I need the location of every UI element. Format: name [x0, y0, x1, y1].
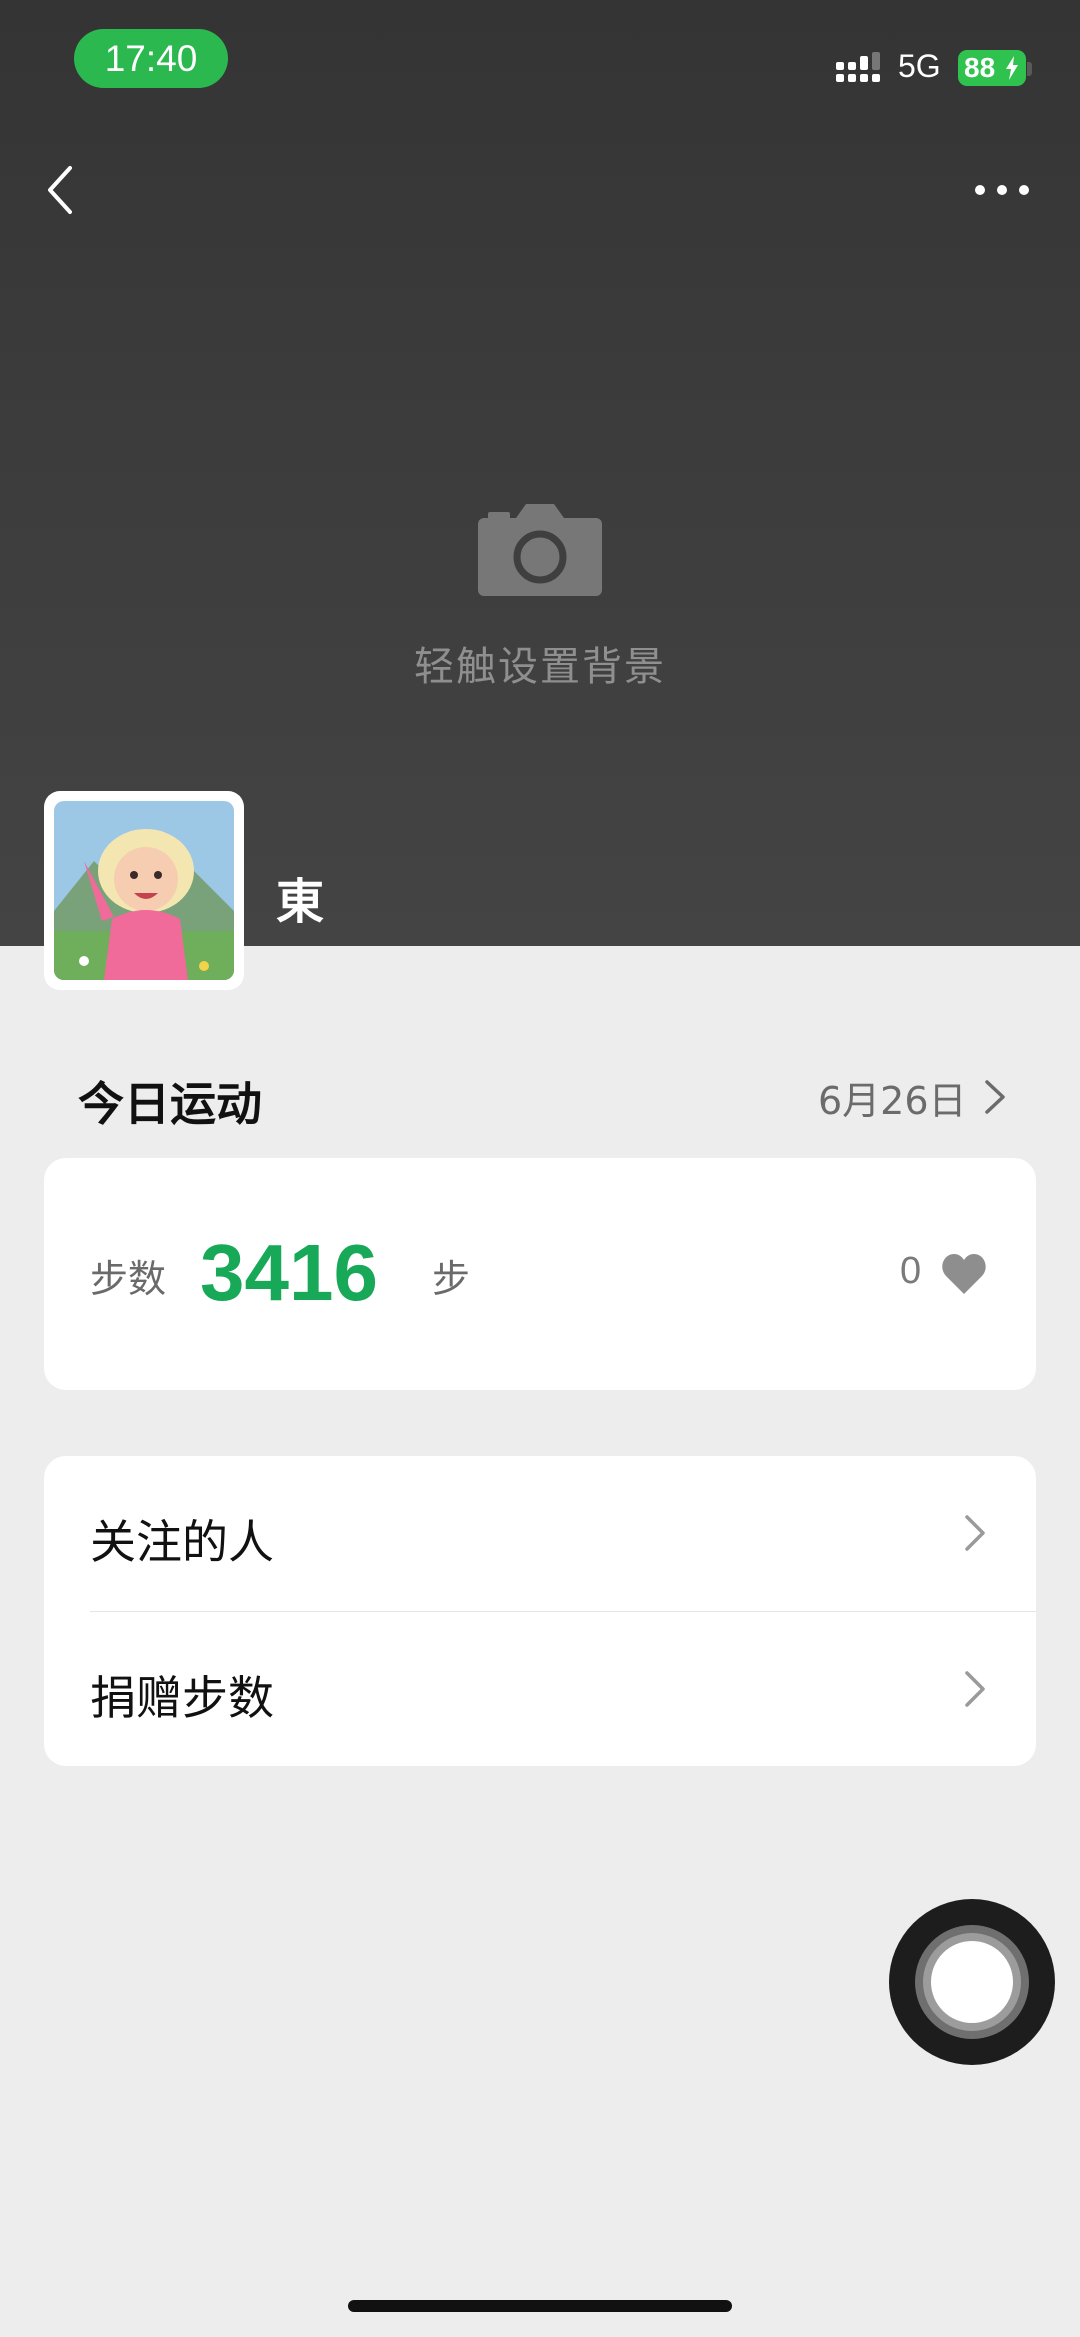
- battery-indicator: 88: [958, 50, 1026, 86]
- chevron-right-icon: [965, 1515, 985, 1551]
- set-background-hint[interactable]: 轻触设置背景: [340, 634, 740, 692]
- list-item-label: 关注的人: [90, 1515, 274, 1569]
- avatar[interactable]: [44, 791, 244, 990]
- list-item-donate-steps[interactable]: 捐赠步数: [44, 1612, 1036, 1766]
- avatar-image: [54, 801, 234, 980]
- steps-unit: 步: [432, 1257, 471, 1301]
- status-time: 17:40: [74, 29, 228, 88]
- network-type: 5G: [898, 48, 941, 84]
- battery-cap: [1027, 62, 1032, 76]
- more-horizontal-icon[interactable]: [972, 172, 1032, 208]
- chevron-right-icon: [965, 1671, 985, 1707]
- chevron-right-icon: [984, 1080, 1005, 1114]
- menu-list: 关注的人 捐赠步数: [44, 1456, 1036, 1766]
- home-indicator[interactable]: [348, 2300, 732, 2312]
- chevron-left-icon[interactable]: [40, 160, 80, 220]
- heart-icon[interactable]: [940, 1254, 988, 1296]
- date-label: 6月26日: [818, 1078, 967, 1123]
- steps-value: 3416: [200, 1228, 378, 1317]
- assistive-touch-ring: [915, 1925, 1029, 2039]
- assistive-touch-inner-ring: [923, 1933, 1021, 2031]
- steps-card[interactable]: 步数 3416 步 0: [44, 1158, 1036, 1390]
- camera-icon[interactable]: [478, 504, 602, 596]
- likes-count: 0: [900, 1250, 922, 1292]
- list-item-following[interactable]: 关注的人: [44, 1456, 1036, 1610]
- list-item-label: 捐赠步数: [90, 1671, 274, 1725]
- charging-bolt-icon: [1006, 56, 1018, 80]
- assistive-touch-core: [931, 1941, 1013, 2023]
- steps-label: 步数: [90, 1257, 167, 1301]
- user-name: 東: [276, 874, 325, 930]
- battery-level: 88: [964, 52, 996, 83]
- date-selector[interactable]: 6月26日: [818, 1072, 1007, 1123]
- signal-icon: [836, 52, 880, 82]
- section-title-today: 今日运动: [78, 1077, 262, 1131]
- assistive-touch-button[interactable]: [889, 1899, 1055, 2065]
